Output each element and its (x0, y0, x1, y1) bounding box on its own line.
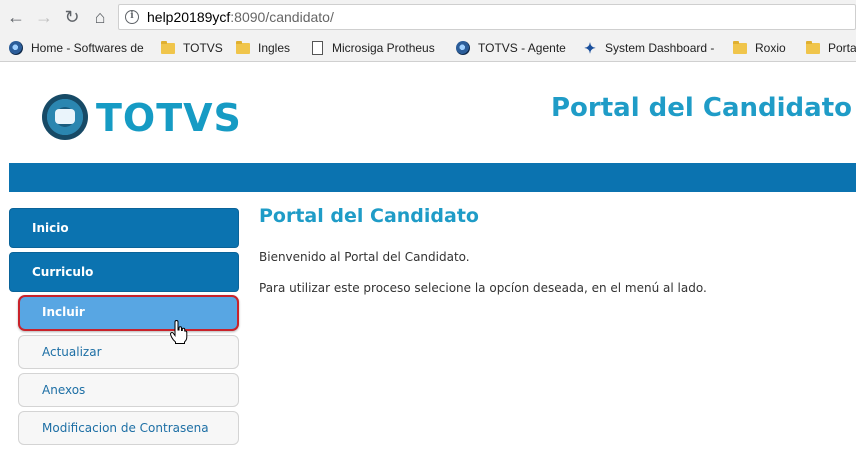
page-title: Portal del Candidato (259, 205, 479, 227)
home-icon[interactable]: ⌂ (90, 7, 110, 27)
header-bar (9, 163, 856, 192)
totvs-logo-icon (42, 94, 88, 140)
folder-icon (236, 41, 250, 54)
globe-icon (9, 41, 23, 55)
forward-arrow-icon[interactable]: → (34, 7, 54, 27)
sidebar-subitem-actualizar[interactable]: Actualizar (18, 335, 239, 369)
browser-toolbar: ← → ↻ ⌂ i help20189ycf:8090/candidato/ (0, 0, 856, 34)
reload-icon[interactable]: ↻ (62, 7, 82, 27)
globe-icon (456, 41, 470, 55)
address-bar[interactable]: i help20189ycf:8090/candidato/ (118, 4, 856, 30)
folder-icon (806, 41, 820, 54)
welcome-text: Bienvenido al Portal del Candidato. (259, 250, 470, 264)
info-icon[interactable]: i (125, 10, 139, 24)
bookmark-totvs-agente[interactable]: TOTVS - Agente (456, 39, 574, 57)
site-title: Portal del Candidato (551, 93, 852, 123)
bookmark-label: TOTVS (183, 41, 223, 55)
back-arrow-icon[interactable]: ← (6, 7, 26, 27)
page-icon (312, 41, 323, 55)
folder-icon (733, 41, 747, 54)
url-path: :8090/candidato/ (230, 9, 334, 25)
sidebar-subitem-incluir[interactable]: Incluir (18, 295, 239, 331)
bookmark-system-dashboard[interactable]: ✦ System Dashboard - (583, 39, 719, 57)
sidebar-item-inicio[interactable]: Inicio (9, 208, 239, 248)
bookmark-portal[interactable]: Porta (806, 39, 856, 57)
bookmark-label: System Dashboard - (605, 41, 715, 55)
instructions-text: Para utilizar este proceso selecione la … (259, 281, 707, 295)
logo-text: TOTVS (96, 96, 242, 140)
bookmark-label: Roxio (755, 41, 786, 55)
bookmark-totvs[interactable]: TOTVS (161, 39, 227, 57)
jira-icon: ✦ (584, 40, 596, 56)
bookmark-ingles[interactable]: Ingles (236, 39, 300, 57)
sidebar-item-curriculo[interactable]: Curriculo (9, 252, 239, 292)
bookmark-roxio[interactable]: Roxio (733, 39, 797, 57)
bookmark-label: TOTVS - Agente (478, 41, 566, 55)
bookmark-label: Home - Softwares de (31, 41, 144, 55)
sidebar-subitem-anexos[interactable]: Anexos (18, 373, 239, 407)
hand-pointer-icon (170, 320, 188, 344)
bookmarks-bar: Home - Softwares de TOTVS Ingles Microsi… (0, 34, 856, 62)
url-host: help20189ycf (147, 9, 231, 25)
sidebar-subitem-modificacion-contrasena[interactable]: Modificacion de Contrasena (18, 411, 239, 445)
bookmark-home-softwares[interactable]: Home - Softwares de (9, 39, 151, 57)
bookmark-label: Porta (828, 41, 856, 55)
bookmark-microsiga-protheus[interactable]: Microsiga Protheus (310, 39, 444, 57)
folder-icon (161, 41, 175, 54)
bookmark-label: Ingles (258, 41, 291, 55)
bookmark-label: Microsiga Protheus (332, 41, 435, 55)
